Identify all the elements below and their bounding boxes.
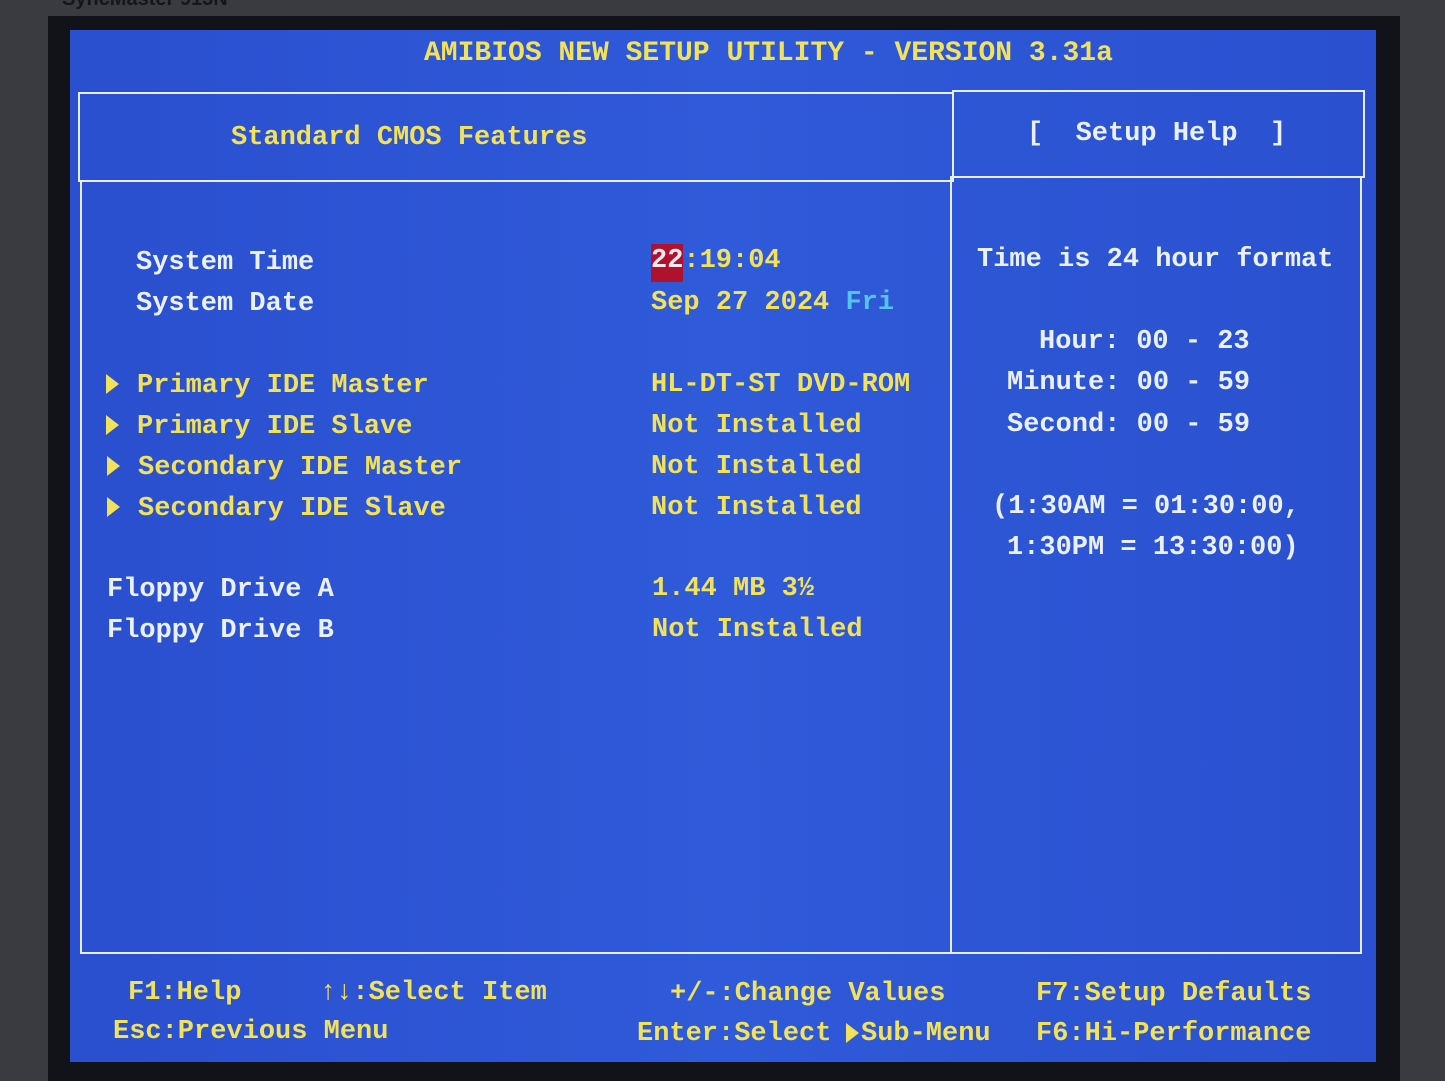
divider (88, 952, 1356, 954)
submenu-value: Not Installed (651, 452, 862, 482)
help-title: [ Setup Help ] (1027, 119, 1287, 149)
page-title: Standard CMOS Features (231, 123, 588, 153)
submenu-arrow-icon (106, 374, 119, 394)
submenu-label: Secondary IDE Master (138, 453, 463, 483)
field-label: System Date (136, 289, 315, 319)
help-example-am: (1:30AM = 01:30:00, (992, 492, 1300, 522)
time-value[interactable]: 22:19:04 (651, 244, 781, 282)
help-example-pm: 1:30PM = 13:30:00) (1007, 533, 1299, 563)
field-value[interactable]: 1.44 MB 3½ (652, 576, 814, 603)
bios-title: AMIBIOS NEW SETUP UTILITY - VERSION 3.31… (424, 38, 1113, 69)
hour-selected[interactable]: 22 (651, 244, 684, 282)
footer-enter-select: Enter:Select (637, 1019, 832, 1049)
date[interactable]: Sep 27 2024 (651, 288, 829, 318)
submenu-value: HL-DT-ST DVD-ROM (651, 370, 911, 400)
footer-f1-help: F1:Help (128, 978, 242, 1008)
field-label: System Time (136, 248, 315, 278)
field-value[interactable]: Not Installed (652, 617, 863, 644)
submenu-arrow-icon (107, 456, 120, 476)
footer-change-values: +/-:Change Values (670, 979, 946, 1009)
date-value[interactable]: Sep 27 2024 Fri (651, 290, 894, 317)
help-panel (950, 176, 1362, 954)
help-hour: Hour: 00 - 23 (1039, 327, 1250, 357)
submenu-value: Not Installed (651, 411, 862, 441)
footer-f6-performance: F6:Hi-Performance (1036, 1019, 1312, 1049)
footer-esc-previous: Esc:Previous Menu (113, 1017, 389, 1047)
day-of-week: Fri (845, 288, 895, 318)
footer-select-item: ↑↓:Select Item (320, 978, 547, 1008)
field-label: Floppy Drive A (107, 575, 334, 605)
help-second: Second: 00 - 59 (1007, 410, 1251, 440)
submenu-arrow-icon (106, 415, 119, 435)
footer-f7-defaults: F7:Setup Defaults (1036, 979, 1312, 1009)
submenu-label: Primary IDE Slave (137, 412, 413, 442)
field-label: Floppy Drive B (107, 616, 334, 646)
monitor-brand: SyncMaster 913N (62, 0, 228, 11)
help-text: Time is 24 hour format (977, 245, 1334, 275)
footer-submenu: Sub-Menu (861, 1019, 991, 1049)
submenu-label: Secondary IDE Slave (138, 494, 446, 524)
submenu-arrow-icon (846, 1023, 859, 1043)
submenu-arrow-icon (107, 497, 120, 517)
minutes-seconds[interactable]: :19:04 (683, 246, 780, 276)
submenu-label: Primary IDE Master (137, 371, 429, 401)
submenu-value: Not Installed (651, 493, 862, 523)
help-minute: Minute: 00 - 59 (1007, 368, 1251, 398)
